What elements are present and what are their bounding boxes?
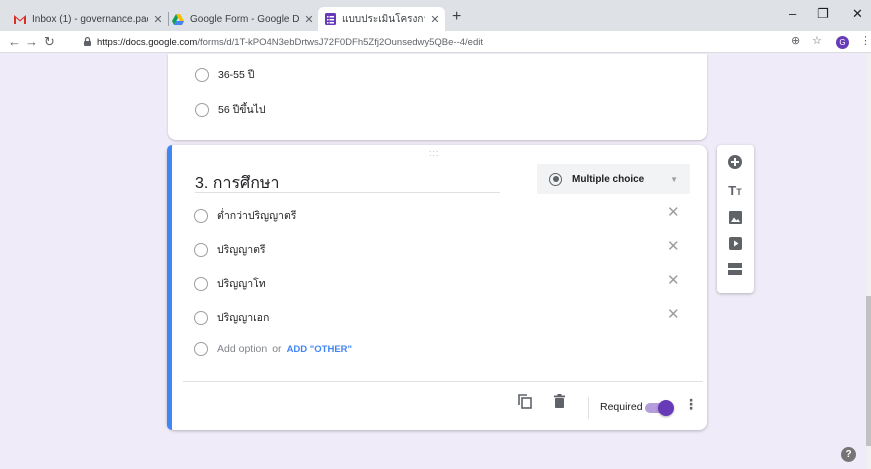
remove-option-icon[interactable]: ✕ — [667, 271, 680, 289]
gmail-icon — [14, 13, 26, 25]
tab-title: แบบประเมินโครงการประชุมเชิงปฏิบัติการ — [342, 13, 425, 25]
radio-icon — [194, 342, 208, 356]
side-toolbar: TT — [717, 145, 754, 293]
help-icon[interactable]: ? — [841, 447, 856, 462]
bookmark-star-icon[interactable]: ☆ — [812, 34, 822, 47]
reload-icon[interactable]: ↻ — [44, 34, 55, 50]
focus-indicator — [167, 145, 172, 430]
option-label: 36-55 ปี — [218, 69, 255, 81]
add-title-icon[interactable]: TT — [726, 181, 744, 199]
browser-toolbar: ← → ↻ https://docs.google.com /forms/d/1… — [0, 31, 871, 53]
radio-icon — [194, 310, 208, 325]
question-title-input[interactable]: 3. การศึกษา — [195, 171, 500, 193]
zoom-icon[interactable]: ⊕ — [791, 34, 800, 47]
back-icon[interactable]: ← — [8, 34, 21, 49]
add-other-link[interactable]: ADD "OTHER" — [287, 344, 352, 355]
chevron-down-icon: ▼ — [670, 174, 678, 184]
previous-question-card[interactable]: 36-55 ปี 56 ปีขึ้นไป — [168, 54, 707, 140]
add-image-icon[interactable] — [726, 208, 744, 226]
duplicate-icon[interactable] — [518, 394, 532, 414]
option-input[interactable]: ปริญญาเอก — [217, 309, 269, 326]
tab-title: Google Form - Google Drive — [190, 13, 299, 25]
remove-option-icon[interactable]: ✕ — [667, 203, 680, 221]
or-label: or — [272, 343, 282, 355]
add-video-icon[interactable] — [726, 234, 744, 252]
drag-handle[interactable]: ::: — [429, 148, 440, 158]
delete-icon[interactable] — [554, 394, 565, 413]
close-icon[interactable]: ✕ — [303, 13, 315, 26]
radio-icon — [195, 67, 209, 82]
toggle-knob[interactable] — [658, 400, 674, 416]
remove-option-icon[interactable]: ✕ — [667, 237, 680, 255]
tab-form[interactable]: แบบประเมินโครงการประชุมเชิงปฏิบัติการ ✕ — [318, 7, 445, 31]
required-label: Required — [600, 401, 643, 413]
add-option-input[interactable]: Add option — [217, 343, 267, 355]
tab-title: Inbox (1) - governance.pacc@gm — [32, 13, 148, 25]
address-bar[interactable]: https://docs.google.com /forms/d/1T-kPO4… — [84, 33, 804, 51]
add-section-icon[interactable] — [726, 260, 744, 278]
maximize-button[interactable]: ❐ — [817, 6, 829, 22]
profile-avatar[interactable]: G — [836, 36, 849, 49]
lock-icon — [84, 36, 91, 48]
option-row: ต่ำกว่าปริญญาตรี — [194, 207, 296, 224]
option-row: ปริญญาเอก — [194, 309, 269, 326]
tab-drive[interactable]: Google Form - Google Drive ✕ — [172, 7, 315, 31]
list-item: 56 ปีขึ้นไป — [195, 101, 266, 118]
tab-divider — [168, 12, 169, 26]
divider — [588, 397, 589, 419]
remove-option-icon[interactable]: ✕ — [667, 305, 680, 323]
drive-icon — [172, 13, 184, 25]
new-tab-button[interactable]: + — [452, 8, 461, 26]
add-option-row: Add option or ADD "OTHER" — [194, 342, 352, 356]
close-icon[interactable]: ✕ — [152, 13, 164, 26]
list-item: 36-55 ปี — [195, 66, 254, 83]
scrollbar-thumb[interactable] — [866, 296, 871, 446]
option-row: ปริญญาโท — [194, 275, 266, 292]
option-input[interactable]: ปริญญาโท — [217, 275, 266, 292]
radio-icon — [194, 276, 208, 291]
forms-icon — [324, 13, 336, 25]
tab-strip: Inbox (1) - governance.pacc@gm ✕ Google … — [0, 0, 871, 31]
tab-gmail[interactable]: Inbox (1) - governance.pacc@gm ✕ — [14, 7, 164, 31]
more-options-icon[interactable]: ⋮ — [684, 397, 698, 411]
option-label: 56 ปีขึ้นไป — [218, 104, 266, 116]
option-input[interactable]: ปริญญาตรี — [217, 241, 266, 258]
question-type-label: Multiple choice — [572, 173, 645, 185]
menu-icon[interactable]: ⋮ — [860, 34, 871, 47]
url-path: /forms/d/1T-kPO4N3ebDrtwsJ72F0DFh5Zfj2Ou… — [197, 36, 483, 48]
radio-icon — [194, 242, 208, 257]
option-input[interactable]: ต่ำกว่าปริญญาตรี — [217, 207, 296, 224]
radio-icon — [195, 102, 209, 117]
question-type-dropdown[interactable]: Multiple choice ▼ — [537, 164, 690, 194]
add-question-icon[interactable] — [726, 153, 744, 171]
option-row: ปริญญาตรี — [194, 241, 266, 258]
minimize-button[interactable]: – — [789, 6, 796, 21]
forward-icon[interactable]: → — [25, 34, 38, 49]
question-card[interactable]: ::: 3. การศึกษา Multiple choice ▼ ต่ำกว่… — [167, 145, 707, 430]
divider — [183, 381, 703, 382]
close-window-button[interactable]: ✕ — [852, 6, 863, 22]
close-icon[interactable]: ✕ — [429, 13, 441, 26]
url-host: https://docs.google.com — [97, 36, 198, 48]
radio-button-icon — [549, 172, 562, 186]
radio-icon — [194, 208, 208, 223]
